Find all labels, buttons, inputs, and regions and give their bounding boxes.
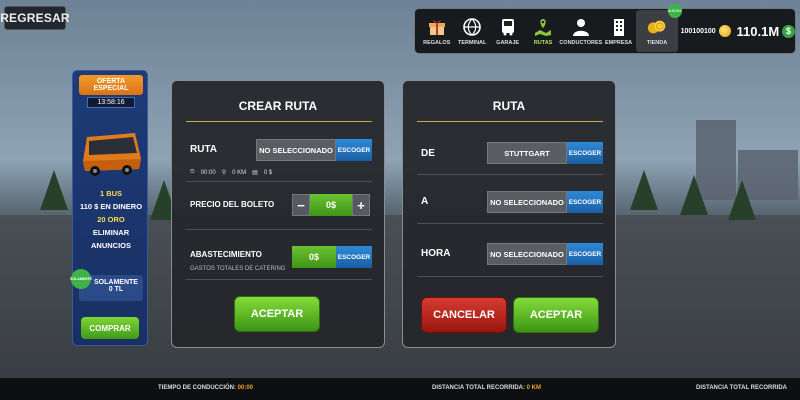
- nav-item-gifts[interactable]: REGALOS: [419, 10, 454, 52]
- offer-timer: 13:58:16: [87, 97, 135, 108]
- from-choose-button[interactable]: ESCOGER: [567, 142, 603, 164]
- bus-icon: [497, 16, 519, 38]
- create-route-panel: CREAR RUTA RUTA NO SELECCIONADO ESCOGER …: [171, 80, 385, 348]
- row-divider: [186, 279, 372, 280]
- to-label: A: [421, 196, 429, 207]
- to-choose-button[interactable]: ESCOGER: [567, 191, 603, 213]
- coins-icon: [646, 16, 668, 38]
- gold-coin-icon: [718, 25, 731, 37]
- drive-time-value: 00:00: [237, 385, 254, 391]
- supply-choose-button[interactable]: ESCOGER: [336, 246, 372, 268]
- solo-badge: SOLAMENTE: [70, 269, 92, 289]
- create-accept-button[interactable]: ACEPTAR: [234, 296, 320, 332]
- total-distance-label-2: DISTANCIA TOTAL RECORRIDA: [696, 385, 787, 391]
- bus-image: [79, 123, 143, 185]
- route-time: 00:00: [200, 169, 216, 176]
- offer-money: 110 $ EN DINERO: [79, 202, 143, 211]
- dollar-icon[interactable]: $: [782, 24, 795, 38]
- row-divider: [186, 181, 372, 182]
- nav-item-store[interactable]: NUEVAS TIENDA: [636, 4, 682, 52]
- coin-balance: 100100100: [680, 27, 716, 35]
- route-distance: 0 KM: [232, 169, 247, 176]
- drive-time-label: TIEMPO DE CONDUCCIÓN:: [158, 385, 236, 391]
- nav-item-terminal[interactable]: TERMINAL: [454, 10, 489, 52]
- money-balance: 110.1M: [736, 23, 780, 39]
- title-divider: [417, 121, 603, 122]
- from-value: STUTTGART: [487, 142, 567, 164]
- cancel-button[interactable]: CANCELAR: [421, 297, 507, 333]
- nav-item-company[interactable]: EMPRESA: [601, 10, 636, 52]
- row-divider: [417, 174, 603, 175]
- nav-item-garage[interactable]: GARAJE: [490, 10, 525, 52]
- clock-icon: ⏲: [190, 169, 195, 175]
- special-offer-panel: OFERTA ESPECIAL 13:58:16 1 BUS 110 $ EN …: [70, 70, 148, 346]
- nav-label: CONDUCTORES: [559, 40, 603, 46]
- from-label: DE: [421, 148, 435, 159]
- background-tree: [680, 175, 708, 215]
- ticket-price-label: PRECIO DEL BOLETO: [190, 200, 275, 209]
- nav-label: TERMINAL: [457, 40, 487, 46]
- building-icon: [608, 16, 630, 38]
- route-value: NO SELECCIONADO: [256, 139, 336, 161]
- background-tree: [630, 170, 658, 210]
- nav-label: EMPRESA: [604, 40, 633, 46]
- background-tree: [728, 180, 756, 220]
- offer-remove-ads-2: ANUNCIOS: [90, 241, 131, 250]
- total-distance-status: DISTANCIA TOTAL RECORRIDA: 0 KM: [432, 385, 541, 391]
- total-distance-value: 0 KM: [526, 385, 542, 391]
- offer-bus-count: 1 BUS: [99, 189, 123, 198]
- nav-label: GARAJE: [496, 40, 520, 46]
- route-label: RUTA: [190, 144, 218, 155]
- title-divider: [186, 121, 372, 122]
- route-meta: ⏲ 00:00 ⚲ 0 KM ▤ 0 $: [190, 169, 278, 176]
- driver-icon: [570, 16, 592, 38]
- route-choose-button[interactable]: ESCOGER: [336, 139, 372, 161]
- nav-label: TIENDA: [646, 40, 668, 46]
- bottom-status-bar: TIEMPO DE CONDUCCIÓN: 00:00 DISTANCIA TO…: [0, 378, 800, 400]
- nav-item-routes[interactable]: RUTAS: [525, 10, 560, 52]
- total-distance-label: DISTANCIA TOTAL RECORRIDA:: [432, 385, 525, 391]
- time-choose-button[interactable]: ESCOGER: [567, 243, 603, 265]
- buy-button[interactable]: COMPRAR: [81, 317, 139, 339]
- offer-title: OFERTA ESPECIAL: [79, 75, 143, 95]
- cash-icon: ▤: [252, 170, 258, 176]
- gift-icon: [426, 16, 448, 38]
- terminal-globe-icon: [461, 16, 483, 38]
- offer-price-box: SOLAMENTE SOLAMENTE 0 TL: [70, 269, 143, 301]
- route-panel: RUTA DE STUTTGART ESCOGER A NO SELECCION…: [402, 80, 616, 348]
- ticket-decrease-button[interactable]: −: [292, 194, 310, 216]
- row-divider: [417, 223, 603, 224]
- time-label: HORA: [421, 248, 451, 259]
- offer-price-label: SOLAMENTE: [94, 279, 138, 286]
- route-panel-title: RUTA: [492, 99, 526, 113]
- route-income: 0 $: [263, 169, 273, 176]
- offer-gold: 20 ORO: [97, 215, 125, 224]
- ticket-increase-button[interactable]: +: [352, 194, 370, 216]
- map-icon: [532, 16, 554, 38]
- to-value: NO SELECCIONADO: [487, 191, 567, 213]
- store-new-badge: NUEVAS: [668, 4, 682, 18]
- supply-label: ABASTECIMIENTO: [190, 250, 262, 259]
- nav-label: RUTAS: [533, 40, 553, 46]
- nav-item-drivers[interactable]: CONDUCTORES: [559, 10, 603, 52]
- route-accept-button[interactable]: ACEPTAR: [513, 297, 599, 333]
- background-tree: [40, 170, 68, 210]
- nav-label: REGALOS: [423, 40, 451, 46]
- offer-price: 0 TL: [108, 286, 124, 293]
- total-distance-status-2: DISTANCIA TOTAL RECORRIDA: [696, 385, 787, 391]
- supply-value: 0$: [292, 246, 336, 268]
- drive-time-status: TIEMPO DE CONDUCCIÓN: 00:00: [158, 385, 253, 391]
- row-divider: [417, 276, 603, 277]
- row-divider: [186, 229, 372, 230]
- create-route-title: CREAR RUTA: [238, 99, 318, 113]
- time-value: NO SELECCIONADO: [487, 243, 567, 265]
- back-button[interactable]: REGRESAR: [0, 6, 70, 30]
- offer-remove-ads: ELIMINAR: [92, 228, 130, 237]
- supply-subtitle: GASTOS TOTALES DE CATERING: [190, 266, 286, 272]
- top-navigation: REGALOS TERMINAL GARAJE RUTAS CONDUCTORE…: [414, 4, 796, 54]
- ticket-price-value: 0$: [310, 194, 352, 216]
- pin-icon: ⚲: [221, 170, 227, 176]
